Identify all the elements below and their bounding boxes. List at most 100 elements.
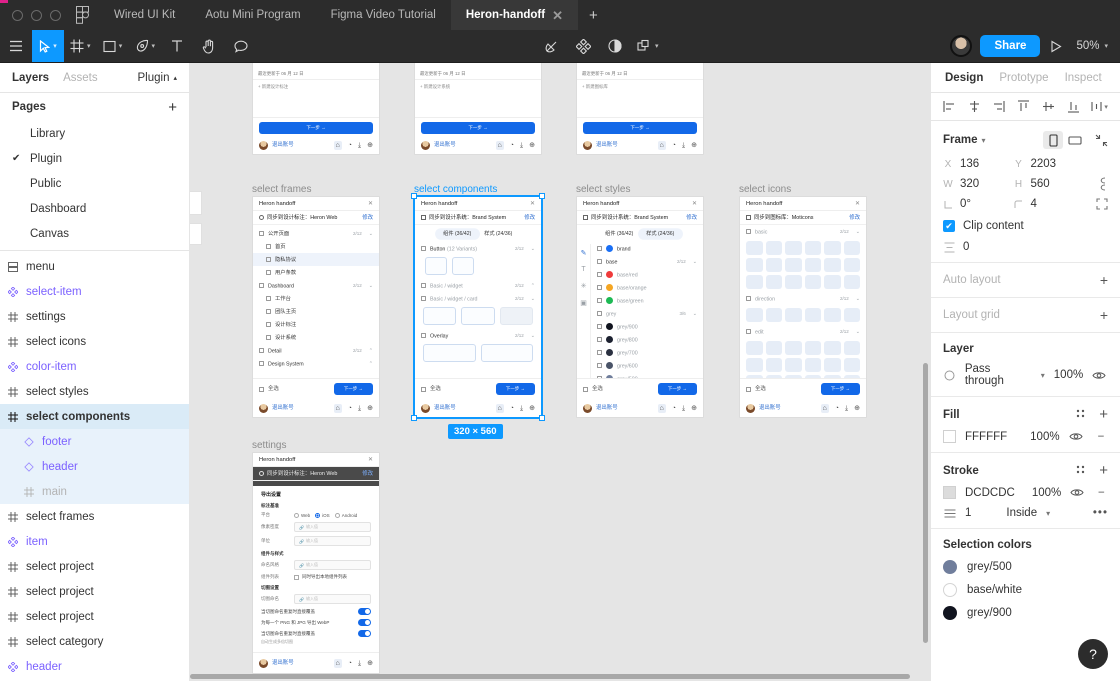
- component-preview[interactable]: [423, 307, 456, 325]
- globe-icon[interactable]: ⊕: [854, 405, 860, 412]
- style-row[interactable]: brand: [591, 242, 703, 255]
- component-row[interactable]: Basic / widget / card 2/12 ⌄: [415, 292, 541, 305]
- checkbox[interactable]: [266, 335, 271, 340]
- tab-figma-video-tutorial[interactable]: Figma Video Tutorial: [316, 0, 451, 30]
- page-item-library[interactable]: Library: [0, 121, 189, 146]
- download-icon[interactable]: ⤓: [520, 405, 523, 412]
- icon-cell[interactable]: [785, 275, 802, 289]
- checkbox[interactable]: [746, 296, 751, 301]
- checkbox[interactable]: [259, 231, 264, 236]
- component-tool-button[interactable]: [567, 30, 599, 62]
- tab-aotu-mini-program[interactable]: Aotu Mini Program: [190, 0, 315, 30]
- text-tool-button[interactable]: [161, 30, 193, 62]
- chevron-down-icon[interactable]: ⌄: [693, 259, 697, 265]
- child-row[interactable]: 工作台: [253, 292, 379, 305]
- globe-icon[interactable]: ⊕: [529, 405, 535, 412]
- fill-color-swatch[interactable]: [943, 430, 956, 443]
- new-tab-button[interactable]: +: [578, 0, 609, 30]
- user-avatar[interactable]: [950, 35, 972, 57]
- present-button[interactable]: [1040, 30, 1072, 62]
- icon-cell[interactable]: [785, 258, 802, 272]
- union-tool-button[interactable]: ▾: [631, 30, 665, 62]
- grid-style-icon[interactable]: ▣: [580, 299, 587, 307]
- child-row[interactable]: 首页: [253, 240, 379, 253]
- home-icon[interactable]: ⌂: [658, 141, 666, 150]
- component-preview[interactable]: [461, 307, 494, 325]
- x-property[interactable]: X 136: [943, 158, 1014, 170]
- chevron-down-icon[interactable]: ⌄: [856, 329, 860, 335]
- icon-cell[interactable]: [785, 308, 802, 322]
- component-row[interactable]: Overlay 2/12 ⌄: [415, 329, 541, 342]
- clip-content-row[interactable]: ✔ Clip content: [943, 220, 1108, 232]
- layer-opacity[interactable]: 100%: [1054, 369, 1083, 381]
- text-style-icon[interactable]: T: [581, 266, 585, 273]
- layer-item-color-item[interactable]: color-item: [0, 354, 189, 379]
- layer-item-select-project-2[interactable]: select project: [0, 579, 189, 604]
- slice-name-input[interactable]: 🔗输入值: [294, 594, 371, 604]
- tab-wired-ui-kit[interactable]: Wired UI Kit: [99, 0, 190, 30]
- segment-styles[interactable]: 样式 (24/36): [476, 228, 520, 240]
- radio-android[interactable]: Android: [335, 513, 358, 518]
- checkbox[interactable]: [597, 259, 602, 264]
- segment-components[interactable]: 组件 (36/42): [598, 228, 642, 240]
- frame-label-settings[interactable]: settings: [252, 440, 286, 451]
- icon-cell[interactable]: [844, 258, 861, 272]
- home-icon[interactable]: ⌂: [334, 141, 342, 150]
- checkbox[interactable]: [597, 311, 602, 316]
- layout-grid-section[interactable]: Layout grid +: [931, 298, 1120, 333]
- edit-link[interactable]: 修改: [849, 214, 860, 221]
- checkbox[interactable]: [597, 350, 602, 355]
- icon-cell[interactable]: [805, 241, 822, 255]
- layer-item-select-styles[interactable]: select styles: [0, 379, 189, 404]
- next-button[interactable]: 下一步 →: [821, 383, 860, 395]
- landscape-icon[interactable]: [1065, 131, 1085, 149]
- download-icon[interactable]: ⤓: [358, 405, 361, 412]
- icon-cell[interactable]: [766, 308, 783, 322]
- constrain-proportions-button[interactable]: [1084, 177, 1108, 191]
- checkbox-checked[interactable]: ✔: [943, 220, 955, 232]
- icon-cell[interactable]: [824, 241, 841, 255]
- chevron-down-icon[interactable]: ▾: [119, 42, 123, 50]
- segment-styles[interactable]: 样式 (24/36): [638, 228, 682, 240]
- icon-cell[interactable]: [844, 358, 861, 372]
- h-property[interactable]: H 560: [1014, 178, 1085, 190]
- edit-link[interactable]: 修改: [686, 214, 697, 221]
- segment-components[interactable]: 组件 (36/42): [436, 228, 480, 240]
- chevron-down-icon[interactable]: ⌄: [531, 296, 535, 302]
- add-layout-grid-button[interactable]: +: [1100, 308, 1108, 322]
- styles-icon[interactable]: [1076, 409, 1087, 420]
- close-icon[interactable]: ✕: [552, 9, 563, 22]
- icon-cell[interactable]: [746, 241, 763, 255]
- download-icon[interactable]: ⤓: [845, 405, 848, 412]
- chevron-up-icon[interactable]: ⌃: [531, 283, 535, 289]
- frame-label-select-frames[interactable]: select frames: [252, 184, 311, 195]
- tab-design[interactable]: Design: [945, 72, 983, 84]
- help-button[interactable]: ?: [1078, 639, 1108, 669]
- style-row[interactable]: base/green: [591, 294, 703, 307]
- rotation-property[interactable]: 0°: [943, 198, 1014, 210]
- icon-cell[interactable]: [844, 275, 861, 289]
- stroke-more-button[interactable]: •••: [1093, 507, 1108, 519]
- canvas-horizontal-scrollbar[interactable]: [190, 674, 910, 679]
- clock-icon[interactable]: ◔: [510, 405, 514, 412]
- w-property[interactable]: W 320: [943, 178, 1014, 190]
- next-button[interactable]: 下一步 →: [259, 122, 373, 134]
- icon-cell[interactable]: [766, 258, 783, 272]
- mask-tool-button[interactable]: [535, 30, 567, 62]
- icon-cell[interactable]: [785, 358, 802, 372]
- paint-icon[interactable]: ✎: [581, 249, 587, 257]
- style-row[interactable]: base/orange: [591, 281, 703, 294]
- globe-icon[interactable]: ⊕: [367, 405, 373, 412]
- design-canvas[interactable]: 最近更新于 06 月 12 日 + 新建设计标注 下一步 → 退出账号 ⌂ ◔ …: [190, 63, 930, 681]
- portrait-icon[interactable]: [1043, 131, 1063, 149]
- layer-item-footer[interactable]: footer: [0, 429, 189, 454]
- account-label[interactable]: 退出账号: [272, 141, 294, 148]
- chevron-down-icon[interactable]: ▾: [1104, 42, 1108, 50]
- canvas-frame-select-components[interactable]: Heron handoff ✕ 同步到设计系统：Brand System 修改 …: [414, 196, 542, 418]
- canvas-frame-select-styles[interactable]: Heron handoff ✕ 同步到设计系统：Brand System 修改 …: [576, 196, 704, 418]
- checkbox[interactable]: [597, 363, 602, 368]
- download-icon[interactable]: ⤓: [358, 142, 361, 149]
- chevron-down-icon[interactable]: ⌄: [531, 246, 535, 252]
- selection-color-row[interactable]: grey/900: [943, 606, 1108, 620]
- toggle-switch[interactable]: [358, 608, 371, 615]
